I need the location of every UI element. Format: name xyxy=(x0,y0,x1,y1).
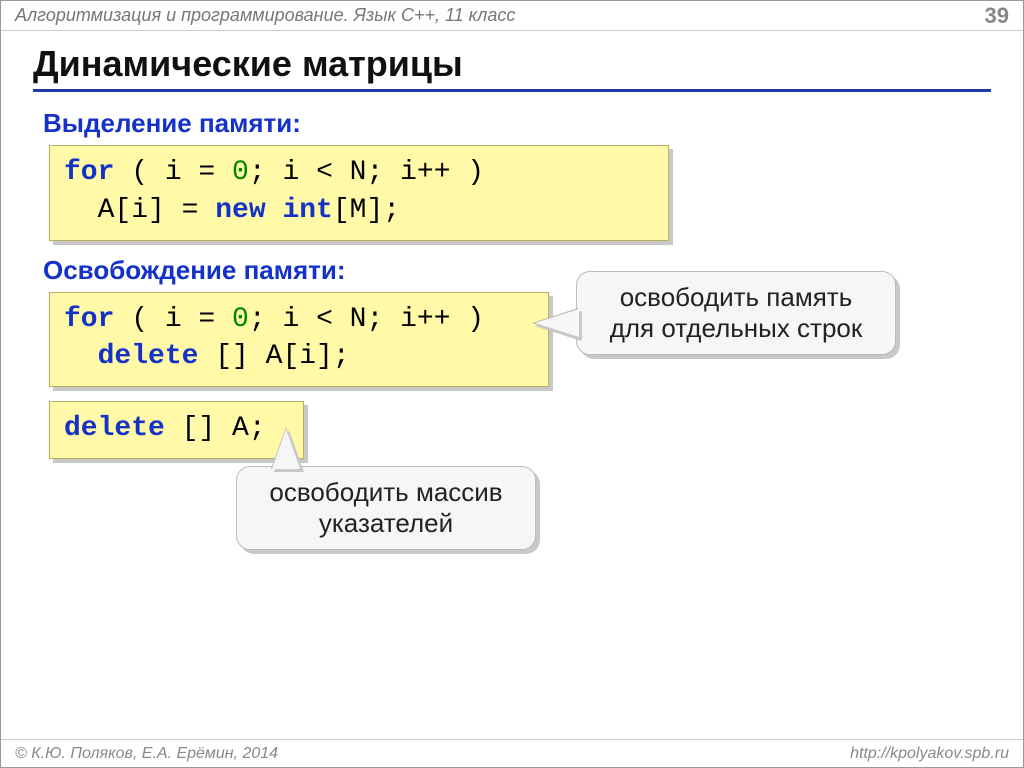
code-line: for ( i = 0; i < N; i++ ) xyxy=(64,154,654,192)
footer-url: http://kpolyakov.spb.ru xyxy=(850,745,1009,763)
slide: Алгоритмизация и программирование. Язык … xyxy=(0,0,1024,768)
keyword-delete: delete xyxy=(64,413,165,444)
literal-zero: 0 xyxy=(232,157,249,188)
callout-text: освободить массив указателей xyxy=(269,477,502,538)
footer-authors: © К.Ю. Поляков, Е.А. Ерёмин, 2014 xyxy=(15,745,278,763)
code-line: delete [] A; xyxy=(64,410,289,448)
callout-tail-icon xyxy=(272,429,300,469)
code-line: A[i] = new int[M]; xyxy=(64,192,654,230)
code-alloc: for ( i = 0; i < N; i++ ) A[i] = new int… xyxy=(49,145,669,241)
keyword-new: new int xyxy=(215,195,333,226)
code-free-array: delete [] A; xyxy=(49,401,304,459)
slide-title: Динамические матрицы xyxy=(33,43,991,92)
literal-zero: 0 xyxy=(232,304,249,335)
keyword-delete: delete xyxy=(98,341,199,372)
code-line: for ( i = 0; i < N; i++ ) xyxy=(64,301,534,339)
header-bar: Алгоритмизация и программирование. Язык … xyxy=(1,1,1023,31)
content-area: Выделение памяти: for ( i = 0; i < N; i+… xyxy=(1,96,1023,483)
code-line: delete [] A[i]; xyxy=(64,338,534,376)
page-number: 39 xyxy=(985,3,1009,29)
callout-ptrs: освободить массив указателей xyxy=(236,466,536,550)
keyword-for: for xyxy=(64,157,114,188)
course-title: Алгоритмизация и программирование. Язык … xyxy=(15,5,515,26)
callout-tail-icon xyxy=(535,309,579,337)
alloc-label: Выделение памяти: xyxy=(43,108,989,139)
callout-text: освободить память для отдельных строк xyxy=(610,282,863,343)
callout-rows: освободить память для отдельных строк xyxy=(576,271,896,355)
keyword-for: for xyxy=(64,304,114,335)
code-free-loop: for ( i = 0; i < N; i++ ) delete [] A[i]… xyxy=(49,292,549,388)
footer-bar: © К.Ю. Поляков, Е.А. Ерёмин, 2014 http:/… xyxy=(1,739,1023,767)
